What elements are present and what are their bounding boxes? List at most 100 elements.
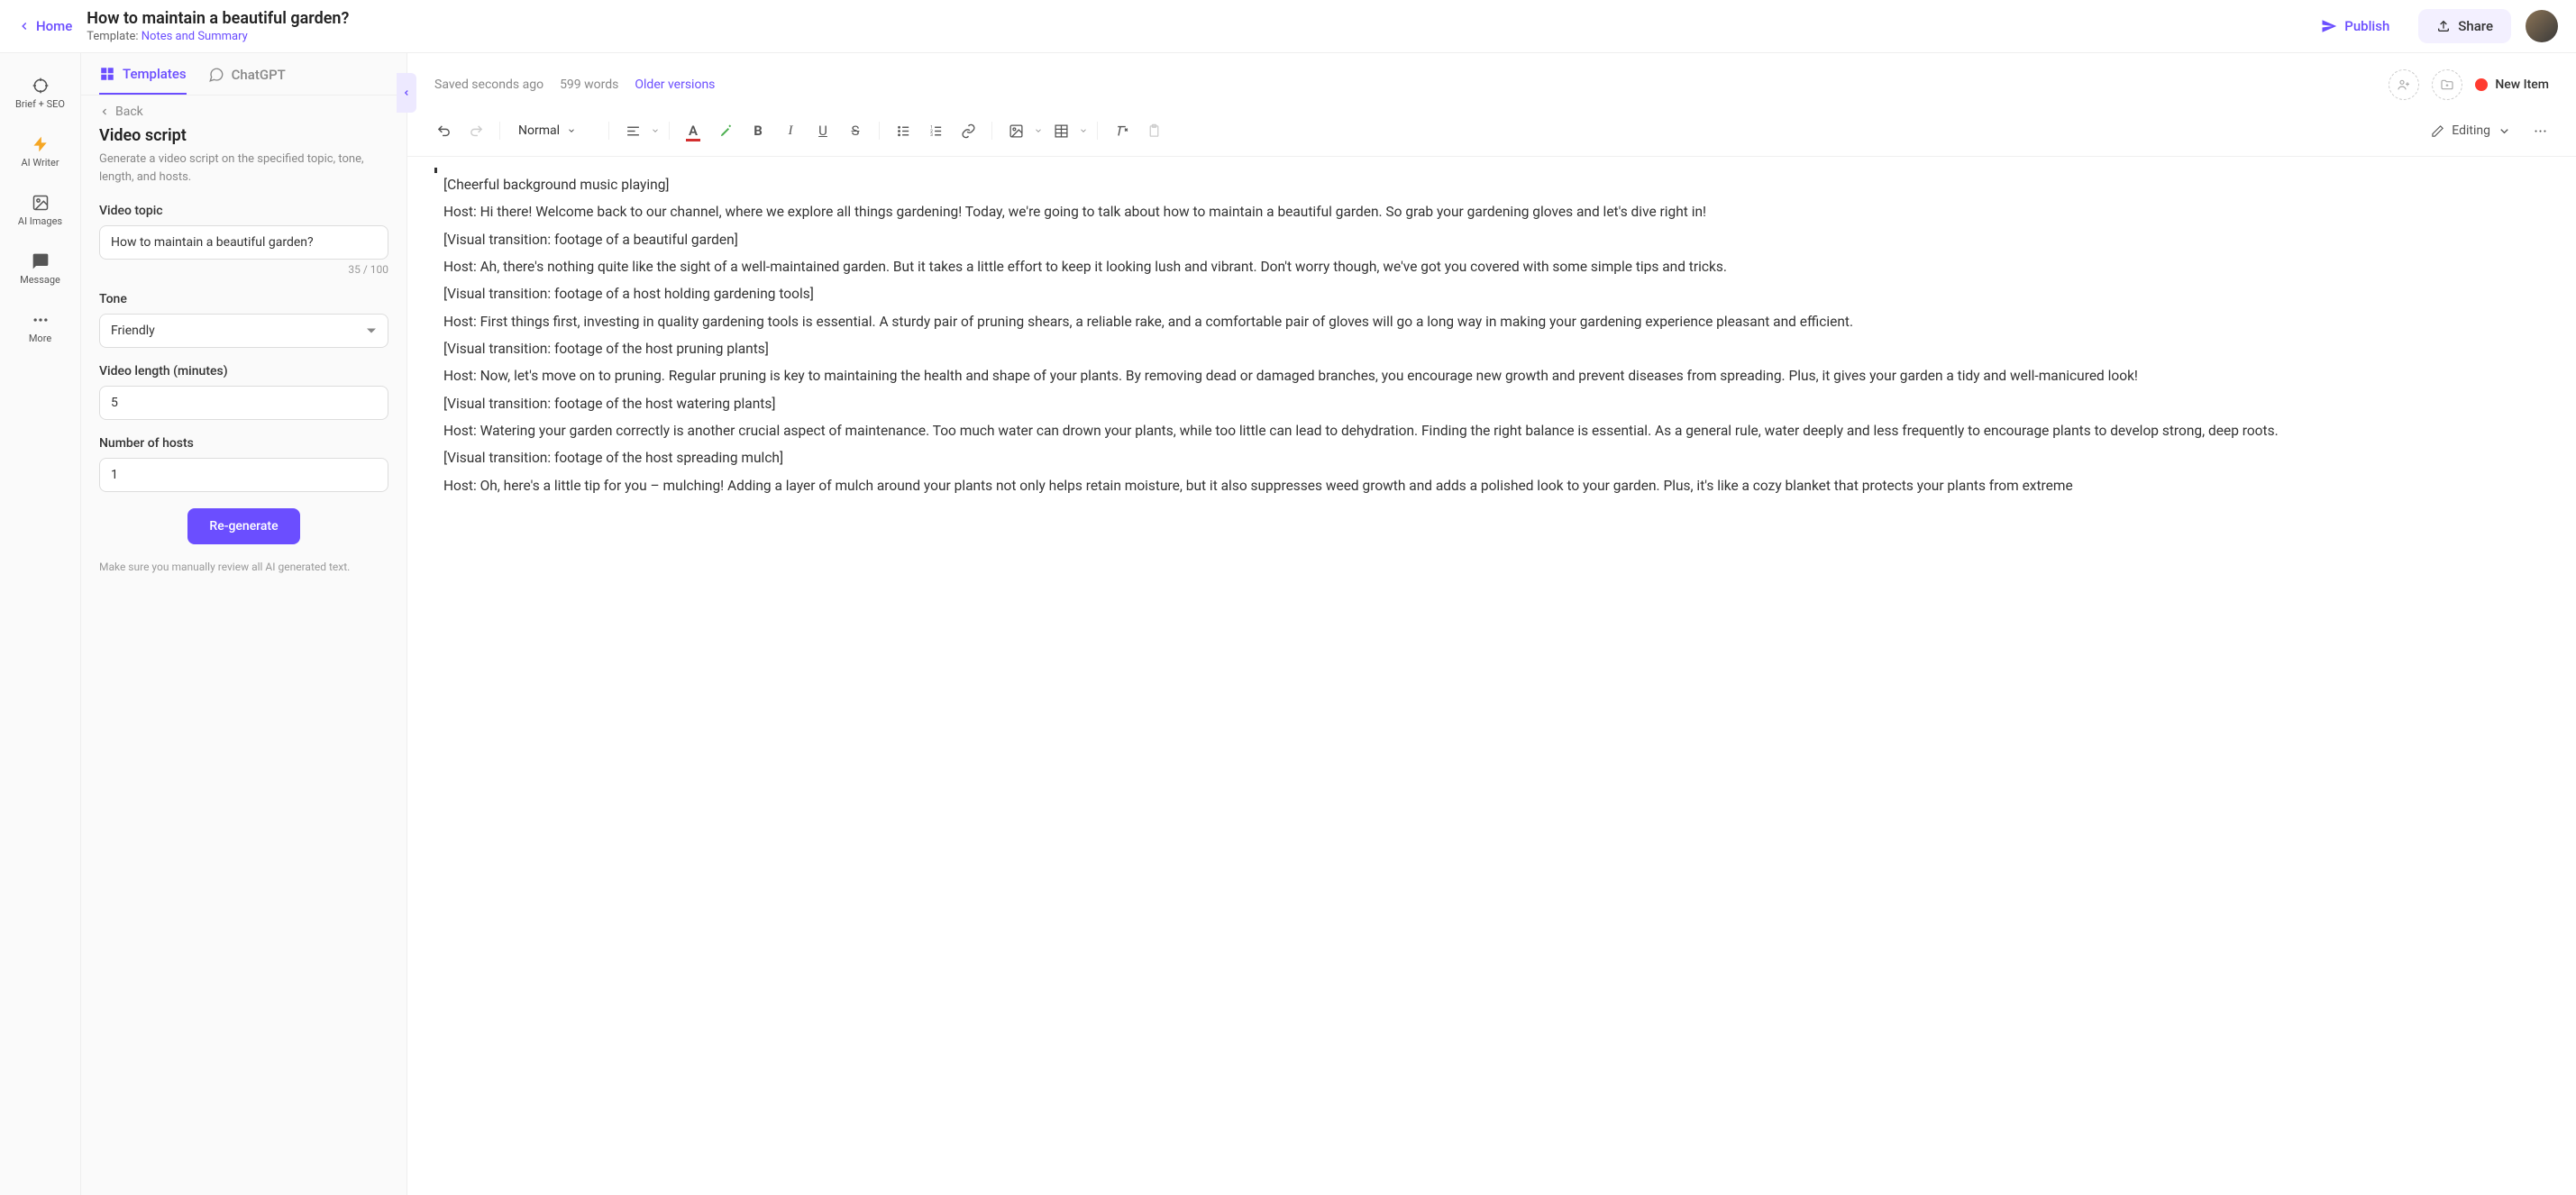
collapse-sidebar-handle[interactable] [397, 73, 416, 113]
chevron-down-icon [567, 126, 576, 135]
home-link[interactable]: Home [18, 18, 72, 34]
length-input[interactable] [99, 386, 388, 420]
rail-label: More [29, 333, 51, 344]
tab-label: ChatGPT [232, 67, 286, 83]
template-prefix: Template: [87, 30, 141, 43]
folder-plus-icon [2440, 78, 2454, 92]
doc-paragraph[interactable]: Host: Oh, here's a little tip for you – … [443, 474, 2540, 497]
bold-button[interactable]: B [744, 116, 772, 145]
doc-paragraph[interactable]: [Visual transition: footage of a host ho… [443, 282, 2540, 306]
italic-button[interactable]: I [776, 116, 805, 145]
older-versions-link[interactable]: Older versions [635, 78, 715, 92]
highlight-button[interactable] [711, 116, 740, 145]
review-note: Make sure you manually review all AI gen… [99, 559, 388, 575]
saved-status: Saved seconds ago [434, 78, 544, 92]
user-avatar[interactable] [2526, 10, 2558, 42]
template-line: Template: Notes and Summary [87, 30, 2292, 43]
title-block: How to maintain a beautiful garden? Temp… [87, 9, 2292, 43]
message-icon [32, 252, 50, 270]
doc-paragraph[interactable]: Host: Hi there! Welcome back to our chan… [443, 200, 2540, 223]
publish-label: Publish [2344, 18, 2389, 34]
rail-more[interactable]: More [0, 302, 80, 353]
doc-paragraph[interactable]: Host: First things first, investing in q… [443, 310, 2540, 333]
numbered-list-button[interactable]: 123 [921, 116, 950, 145]
add-collaborator-button[interactable] [2389, 69, 2419, 100]
chevron-left-icon [402, 88, 411, 97]
back-link[interactable]: Back [81, 96, 406, 119]
left-rail: Brief + SEO AI Writer AI Images Message … [0, 53, 81, 1195]
doc-paragraph[interactable]: [Visual transition: footage of the host … [443, 392, 2540, 415]
rail-ai-images[interactable]: AI Images [0, 185, 80, 236]
doc-paragraph[interactable]: [Visual transition: footage of the host … [443, 337, 2540, 360]
redo-button[interactable] [461, 116, 490, 145]
chevron-down-icon[interactable] [1034, 126, 1043, 135]
editing-mode-label: Editing [2452, 123, 2490, 138]
clipboard-icon [1146, 123, 1162, 139]
doc-paragraph[interactable]: Host: Ah, there's nothing quite like the… [443, 255, 2540, 278]
doc-paragraph[interactable]: [Visual transition: footage of the host … [443, 446, 2540, 470]
document-body[interactable]: [Cheerful background music playing] Host… [407, 157, 2576, 1195]
align-button[interactable] [618, 116, 647, 145]
underline-button[interactable]: U [808, 116, 837, 145]
rail-message[interactable]: Message [0, 243, 80, 295]
chevron-down-icon[interactable] [651, 126, 660, 135]
tab-templates[interactable]: Templates [99, 66, 187, 95]
rail-label: Brief + SEO [15, 98, 65, 110]
chevron-down-icon[interactable] [1079, 126, 1088, 135]
align-left-icon [626, 123, 641, 139]
editing-mode-select[interactable]: Editing [2420, 118, 2522, 143]
length-label: Video length (minutes) [99, 364, 388, 379]
regenerate-button[interactable]: Re-generate [187, 508, 299, 544]
svg-text:3: 3 [930, 132, 933, 138]
dots-icon [32, 311, 50, 329]
hosts-input[interactable] [99, 458, 388, 492]
link-button[interactable] [954, 116, 982, 145]
hosts-label: Number of hosts [99, 436, 388, 451]
add-folder-button[interactable] [2432, 69, 2462, 100]
document-title[interactable]: How to maintain a beautiful garden? [87, 9, 2292, 28]
doc-paragraph[interactable]: Host: Now, let's move on to pruning. Reg… [443, 364, 2540, 388]
share-button[interactable]: Share [2418, 9, 2511, 43]
topic-input[interactable] [99, 225, 388, 260]
table-button[interactable] [1046, 116, 1075, 145]
image-insert-button[interactable] [1001, 116, 1030, 145]
doc-paragraph[interactable]: Host: Watering your garden correctly is … [443, 419, 2540, 442]
doc-paragraph[interactable]: [Visual transition: footage of a beautif… [443, 228, 2540, 251]
editor: Saved seconds ago 599 words Older versio… [407, 53, 2576, 1195]
sidebar-content: Video script Generate a video script on … [81, 119, 406, 1195]
bolt-icon [32, 135, 50, 153]
strikethrough-button[interactable]: S [841, 116, 870, 145]
share-label: Share [2458, 18, 2493, 34]
chevron-left-icon [18, 20, 31, 32]
upload-icon [2436, 19, 2451, 33]
grid-icon [99, 66, 115, 82]
send-icon [2321, 18, 2337, 34]
tone-label: Tone [99, 292, 388, 306]
rail-brief-seo[interactable]: Brief + SEO [0, 68, 80, 119]
section-desc: Generate a video script on the specified… [99, 151, 388, 186]
section-title: Video script [99, 126, 388, 145]
rail-label: Message [20, 274, 60, 286]
tab-label: Templates [123, 66, 187, 82]
publish-button[interactable]: Publish [2307, 11, 2404, 41]
tone-select[interactable] [99, 314, 388, 348]
tab-chatgpt[interactable]: ChatGPT [208, 66, 286, 95]
undo-button[interactable] [429, 116, 458, 145]
rail-ai-writer[interactable]: AI Writer [0, 126, 80, 178]
user-plus-icon [2397, 78, 2411, 92]
clear-format-button[interactable] [1107, 116, 1136, 145]
paste-button[interactable] [1139, 116, 1168, 145]
table-icon [1054, 123, 1069, 139]
new-item-button[interactable]: New Item [2475, 78, 2549, 92]
topic-label: Video topic [99, 204, 388, 218]
more-options-button[interactable] [2526, 116, 2554, 145]
char-count: 35 / 100 [99, 263, 388, 276]
paragraph-style-select[interactable]: Normal [509, 118, 599, 143]
doc-paragraph[interactable]: [Cheerful background music playing] [443, 173, 2540, 196]
word-count: 599 words [560, 78, 618, 92]
rail-label: AI Images [18, 215, 62, 227]
bullet-list-button[interactable] [889, 116, 918, 145]
template-link[interactable]: Notes and Summary [142, 30, 248, 43]
text-color-button[interactable]: A [679, 116, 708, 145]
app-header: Home How to maintain a beautiful garden?… [0, 0, 2576, 53]
